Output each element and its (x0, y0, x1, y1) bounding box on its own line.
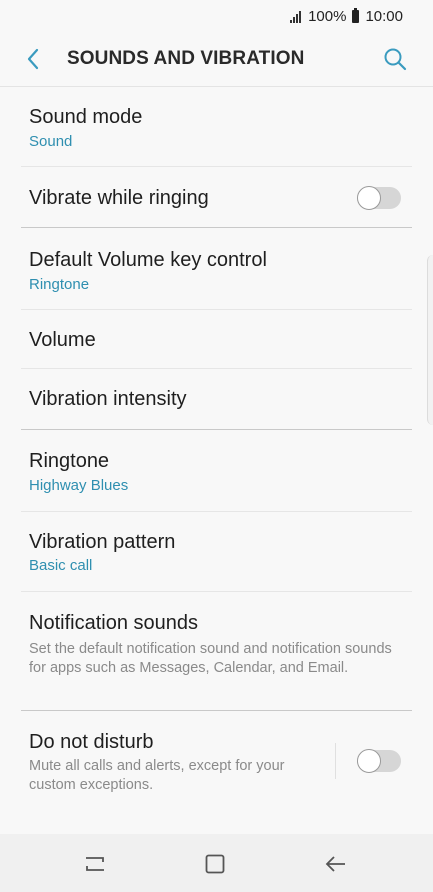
setting-ringtone[interactable]: Ringtone Highway Blues (0, 429, 433, 512)
setting-label: Vibration intensity (29, 388, 187, 410)
recents-button[interactable] (83, 852, 107, 876)
back-button[interactable] (22, 45, 46, 73)
setting-default-volume-key-control[interactable]: Default Volume key control Ringtone (0, 227, 433, 310)
setting-value: Sound (29, 133, 73, 150)
setting-do-not-disturb[interactable]: Do not disturb Mute all calls and alerts… (0, 710, 433, 810)
setting-description: Mute all calls and alerts, except for yo… (29, 758, 285, 793)
setting-label: Vibration pattern (29, 531, 176, 553)
screen: 100% 10:00 SOUNDS AND VIBRATION Sound mo… (0, 0, 433, 892)
vibrate-while-ringing-toggle[interactable] (357, 186, 401, 210)
setting-sound-mode[interactable]: Sound mode Sound (0, 87, 433, 167)
search-button[interactable] (382, 46, 408, 72)
home-icon (205, 854, 225, 874)
settings-list: Sound mode Sound Vibrate while ringing D… (0, 87, 433, 810)
battery-percent: 100% (308, 7, 347, 25)
navigation-bar (0, 834, 433, 892)
search-icon (384, 48, 407, 71)
setting-label: Do not disturb (29, 731, 154, 753)
setting-value: Ringtone (29, 276, 90, 293)
setting-notification-sounds[interactable]: Notification sounds Set the default noti… (0, 591, 433, 711)
setting-vibration-intensity[interactable]: Vibration intensity (0, 368, 433, 430)
setting-vibrate-while-ringing[interactable]: Vibrate while ringing (0, 167, 433, 228)
setting-label: Sound mode (29, 106, 143, 128)
setting-label: Volume (29, 329, 96, 351)
setting-label: Default Volume key control (29, 249, 267, 271)
app-bar: SOUNDS AND VIBRATION (0, 30, 433, 86)
setting-vibration-pattern[interactable]: Vibration pattern Basic call (0, 511, 433, 592)
nav-back-button[interactable] (324, 852, 348, 876)
setting-value: Basic call (29, 557, 93, 574)
signal-icon (290, 10, 302, 23)
toggle-knob (357, 749, 381, 773)
toggle-knob (357, 186, 381, 210)
do-not-disturb-toggle[interactable] (357, 749, 401, 773)
back-arrow-icon (325, 856, 345, 872)
setting-label: Vibrate while ringing (29, 187, 209, 209)
clock: 10:00 (365, 7, 403, 25)
page-title: SOUNDS AND VIBRATION (67, 48, 305, 69)
battery-icon (352, 7, 360, 23)
chevron-left-icon (27, 48, 39, 70)
setting-label: Ringtone (29, 450, 110, 472)
recents-icon (86, 857, 104, 871)
setting-description: Set the default notification sound and n… (29, 641, 392, 676)
setting-volume[interactable]: Volume (0, 309, 433, 369)
setting-value: Highway Blues (29, 477, 129, 494)
home-button[interactable] (203, 852, 227, 876)
status-bar: 100% 10:00 (290, 6, 403, 26)
setting-label: Notification sounds (29, 612, 198, 634)
vertical-divider (335, 743, 336, 779)
